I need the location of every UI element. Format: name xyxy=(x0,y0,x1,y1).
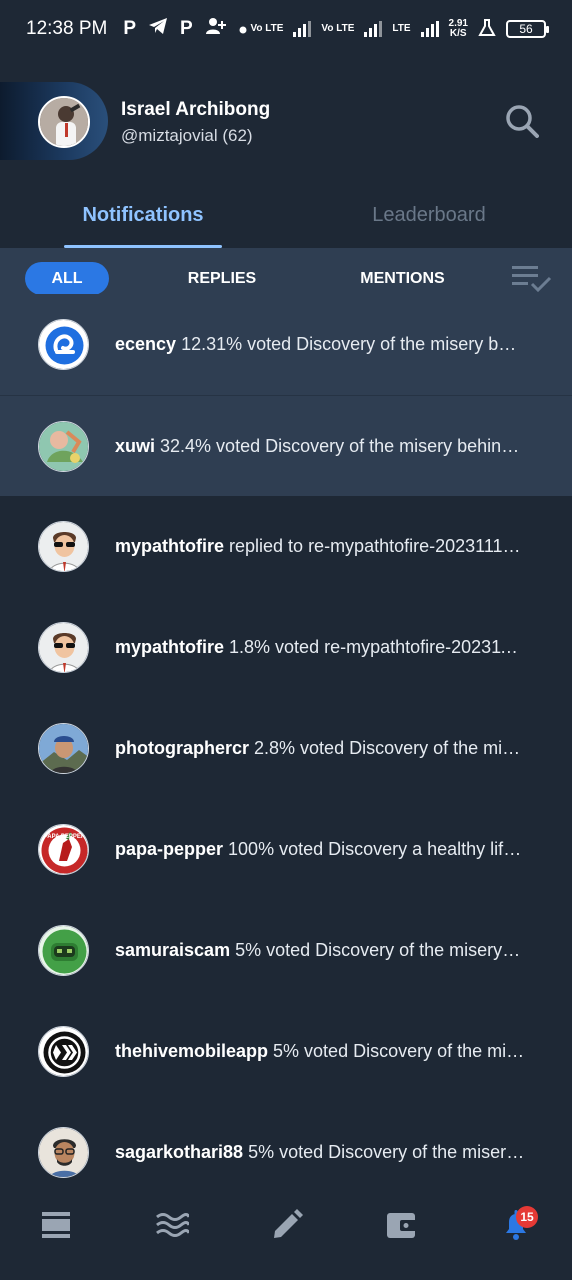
edit-icon[interactable] xyxy=(270,1208,304,1242)
notification-detail: 5% voted Discovery of the misery behind xyxy=(235,940,525,960)
notification-user: sagarkothari88 xyxy=(115,1142,244,1162)
signal-icon xyxy=(364,21,383,37)
notification-row[interactable]: mypathtofire 1.8% voted re-mypathtofire-… xyxy=(0,597,572,698)
tab-bar: Notifications Leaderboard xyxy=(0,190,572,248)
notification-row[interactable]: ecency 12.31% voted Discovery of the mis… xyxy=(0,294,572,395)
telegram-icon xyxy=(148,17,168,41)
notification-user: xuwi xyxy=(115,435,156,456)
notification-text: sagarkothari88 5% voted Discovery of the… xyxy=(115,1142,525,1163)
avatar[interactable] xyxy=(38,319,89,370)
profile-header: Israel Archibong @miztajovial (62) xyxy=(0,82,572,162)
feed-icon[interactable] xyxy=(40,1208,74,1242)
notification-row[interactable]: samuraiscam 5% voted Discovery of the mi… xyxy=(0,900,572,1001)
notification-detail: 1.8% voted re-mypathtofire-20231117t1234 xyxy=(229,637,525,657)
notification-user: mypathtofire xyxy=(115,536,225,556)
notification-user: samuraiscam xyxy=(115,940,231,960)
notification-row[interactable]: thehivemobileapp 5% voted Discovery of t… xyxy=(0,1001,572,1102)
signal-icon xyxy=(420,21,439,37)
notification-text: photographercr 2.8% voted Discovery of t… xyxy=(115,738,525,759)
avatar[interactable] xyxy=(38,521,89,572)
flask-icon xyxy=(478,18,496,40)
notification-row[interactable]: PAPA PEPPER papa-pepper 100% voted Disco… xyxy=(0,799,572,900)
avatar[interactable] xyxy=(38,1026,89,1077)
notification-detail: 5% voted Discovery of the misery xyxy=(268,1041,525,1061)
status-bar: 12:38 PM P P Vo LTE Vo LTE LTE 2.91 K/S 5… xyxy=(0,0,572,58)
avatar[interactable] xyxy=(38,622,89,673)
notification-user: ecency xyxy=(115,334,177,354)
notification-detail: 2.8% voted Discovery of the misery behin… xyxy=(254,738,525,758)
p-app-icon: P xyxy=(180,18,193,39)
avatar[interactable] xyxy=(38,925,89,976)
notification-badge: 15 xyxy=(516,1206,538,1228)
volte-indicator: Vo LTE xyxy=(321,23,355,34)
notification-text: mypathtofire 1.8% voted re-mypathtofire-… xyxy=(115,637,525,658)
signal-icon xyxy=(293,21,312,37)
notification-user: photographercr xyxy=(115,738,250,758)
notification-text: samuraiscam 5% voted Discovery of the mi… xyxy=(115,940,525,961)
bottom-nav xyxy=(0,1190,572,1262)
avatar[interactable] xyxy=(38,1127,89,1178)
notification-user: mypathtofire xyxy=(115,637,225,657)
avatar[interactable]: PAPA PEPPER xyxy=(38,824,89,875)
network-speed: 2.91 K/S xyxy=(448,18,468,39)
notification-detail: 12.31% voted Discovery of the misery beh… xyxy=(181,334,525,354)
add-contact-icon xyxy=(205,17,227,41)
lte-indicator: LTE xyxy=(392,23,411,34)
search-icon[interactable] xyxy=(505,104,539,138)
battery-icon: 56 xyxy=(506,20,549,38)
notification-row[interactable]: sagarkothari88 5% voted Discovery of the… xyxy=(0,1102,572,1203)
notification-text: ecency 12.31% voted Discovery of the mis… xyxy=(115,334,525,355)
tab-notifications[interactable]: Notifications xyxy=(64,204,222,227)
notification-detail: replied to re-mypathtofire-20231117t1234 xyxy=(224,536,525,556)
notification-text: papa-pepper 100% voted Discovery a healt… xyxy=(115,839,525,860)
avatar[interactable] xyxy=(38,96,90,148)
notification-row[interactable]: photographercr 2.8% voted Discovery of t… xyxy=(0,698,572,799)
notification-detail: 5% voted Discovery of the misery behind xyxy=(248,1142,525,1162)
filter-all[interactable]: ALL xyxy=(25,262,109,295)
notification-text: mypathtofire replied to re-mypathtofire-… xyxy=(115,536,525,557)
notification-row[interactable]: mypathtofire replied to re-mypathtofire-… xyxy=(0,496,572,597)
dot-icon xyxy=(239,18,247,40)
profile-handle: @miztajovial (62) xyxy=(121,126,253,145)
volte-indicator: Vo LTE xyxy=(250,23,284,34)
filter-replies[interactable]: REPLIES xyxy=(172,262,272,295)
notification-detail: 100% voted Discovery a healthy lifestyle xyxy=(223,839,525,859)
filter-mentions[interactable]: MENTIONS xyxy=(345,262,460,295)
notification-text: xuwi 32.4% voted Discovery of the misery… xyxy=(115,436,525,457)
mark-all-read-icon[interactable] xyxy=(510,262,554,296)
p-app-icon: P xyxy=(123,18,137,39)
svg-text:PAPA PEPPER: PAPA PEPPER xyxy=(44,834,86,840)
wallet-icon[interactable] xyxy=(385,1208,419,1242)
notification-text: thehivemobileapp 5% voted Discovery of t… xyxy=(115,1041,525,1062)
profile-name: Israel Archibong xyxy=(121,99,271,120)
avatar[interactable] xyxy=(38,723,89,774)
tab-leaderboard[interactable]: Leaderboard xyxy=(352,204,506,227)
notification-user: thehivemobileapp xyxy=(115,1041,269,1061)
notification-detail: 32.4% voted Discovery of the misery behi… xyxy=(160,435,525,456)
waves-icon[interactable] xyxy=(155,1208,191,1242)
status-time: 12:38 PM xyxy=(26,18,108,39)
avatar[interactable] xyxy=(38,420,89,472)
notification-row[interactable]: xuwi 32.4% voted Discovery of the misery… xyxy=(0,395,572,496)
notification-user: papa-pepper xyxy=(115,839,224,859)
